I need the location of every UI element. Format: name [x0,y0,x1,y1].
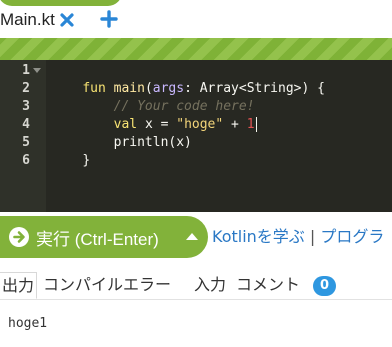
editor-header-stripe [0,38,392,60]
tab-input[interactable]: 入力 [192,272,228,299]
line-number: 1 [22,63,30,78]
program-link[interactable]: プログラ [320,227,384,246]
line-number: 5 [22,135,30,150]
code-editor[interactable]: 1 2 3 4 5 6 fun main(args: Array<String>… [0,60,392,212]
line-number: 4 [22,117,30,132]
text-cursor [255,117,257,132]
line-number: 6 [22,153,30,168]
close-icon[interactable] [59,12,75,28]
code-line[interactable]: println(x) [51,116,192,150]
file-tab-bar: Main.kt [0,0,392,38]
file-tab-label[interactable]: Main.kt [0,9,55,31]
run-button-label: 実行 (Ctrl-Enter) [36,229,159,249]
code-line[interactable]: val x = "hoge" + 1 [51,98,257,132]
line-number: 2 [22,81,30,96]
add-file-icon[interactable] [100,10,118,28]
tab-output[interactable]: 出力 [0,272,38,299]
link-separator: | [309,227,316,246]
code-line[interactable]: fun main(args: Array<String>) { [51,62,325,96]
editor-gutter: 1 2 3 4 5 6 [0,60,46,212]
code-token: >) { [293,81,325,96]
code-token: println(x) [82,135,192,150]
header-decoration [0,0,122,6]
code-line[interactable]: // Your code here! [51,80,255,114]
fold-arrow-icon[interactable] [33,68,41,73]
tab-comment[interactable]: コメント [234,272,302,299]
run-button[interactable]: 実行 (Ctrl-Enter) [0,216,208,258]
run-options-caret-icon[interactable] [186,233,198,240]
comment-count-badge: 0 [313,276,336,296]
play-icon [8,226,30,248]
tab-compile-error[interactable]: コンパイルエラー [41,272,173,299]
output-panel: hoge1 [0,301,392,347]
code-token: } [82,153,91,168]
line-number: 3 [22,99,30,114]
code-line[interactable]: } [51,134,90,168]
output-text: hoge1 [8,316,48,331]
file-tab-main-kt[interactable]: Main.kt [0,9,75,31]
learn-kotlin-link[interactable]: Kotlinを学ぶ [212,227,305,246]
header-links: Kotlinを学ぶ | プログラ [212,226,384,248]
code-token: + [223,117,247,132]
code-token: 1 [246,117,255,132]
